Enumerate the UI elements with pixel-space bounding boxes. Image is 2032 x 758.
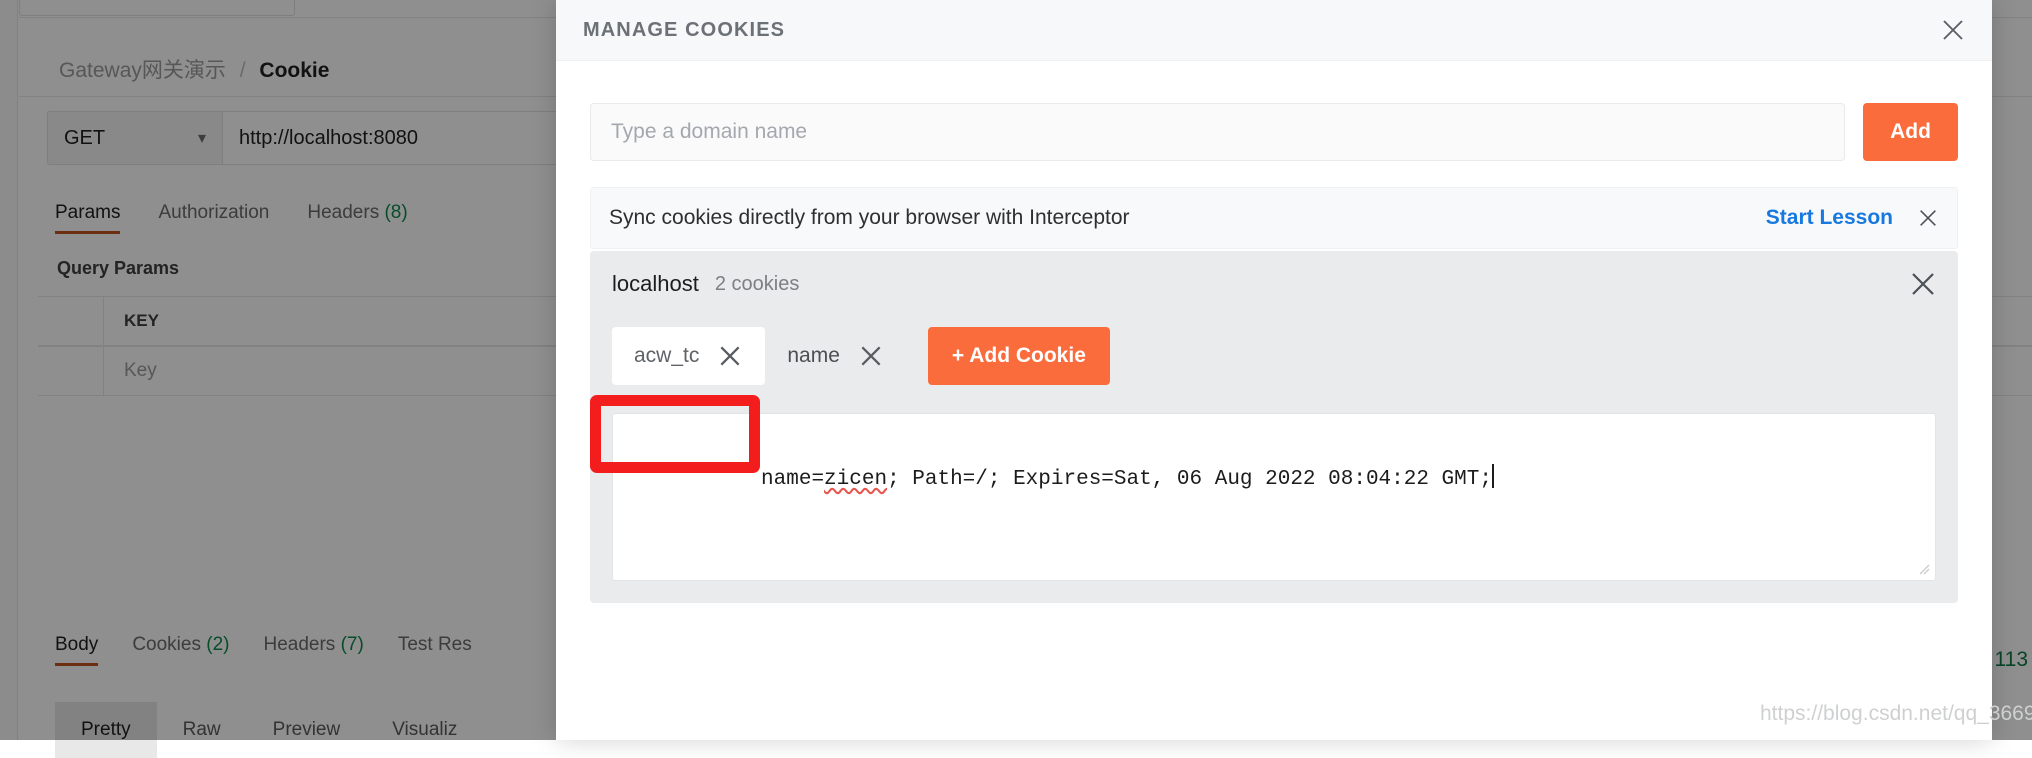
- cookie-remove-icon[interactable]: [717, 343, 743, 369]
- domain-card-header: localhost 2 cookies: [612, 271, 1936, 297]
- cookie-chip-acw-tc[interactable]: acw_tc: [612, 327, 765, 385]
- domain-cookie-count: 2 cookies: [715, 273, 800, 296]
- interceptor-banner-actions: Start Lesson: [1766, 206, 1939, 230]
- domain-input[interactable]: [590, 103, 1845, 161]
- resize-handle-icon[interactable]: [1916, 561, 1930, 575]
- interceptor-banner: Sync cookies directly from your browser …: [590, 187, 1958, 249]
- manage-cookies-modal: MANAGE COOKIES Add Sync cookies directly…: [556, 0, 1992, 740]
- interceptor-banner-text: Sync cookies directly from your browser …: [609, 206, 1130, 230]
- cookie-value-editor-wrap: name=zicen; Path=/; Expires=Sat, 06 Aug …: [612, 413, 1936, 581]
- cookie-chip-label: acw_tc: [634, 344, 699, 368]
- cookie-remove-icon[interactable]: [858, 343, 884, 369]
- cookie-chip-label: name: [787, 344, 840, 368]
- domain-name-label: localhost: [612, 271, 699, 297]
- modal-title: MANAGE COOKIES: [583, 19, 785, 42]
- modal-header: MANAGE COOKIES: [556, 0, 1992, 61]
- start-lesson-link[interactable]: Start Lesson: [1766, 206, 1893, 230]
- banner-close-icon[interactable]: [1917, 207, 1939, 229]
- modal-body: Add Sync cookies directly from your brow…: [556, 61, 1992, 603]
- domain-card-close-icon[interactable]: [1908, 269, 1938, 299]
- cookie-value-textarea[interactable]: [612, 413, 1936, 581]
- cookie-chip-row: acw_tc name + Add Cookie: [612, 327, 1936, 385]
- add-domain-button[interactable]: Add: [1863, 103, 1958, 161]
- add-cookie-button[interactable]: + Add Cookie: [928, 327, 1110, 385]
- add-domain-row: Add: [590, 103, 1958, 161]
- close-icon[interactable]: [1936, 13, 1970, 47]
- domain-cookie-card: localhost 2 cookies acw_tc: [590, 251, 1958, 603]
- cookie-chip-name[interactable]: name: [765, 327, 906, 385]
